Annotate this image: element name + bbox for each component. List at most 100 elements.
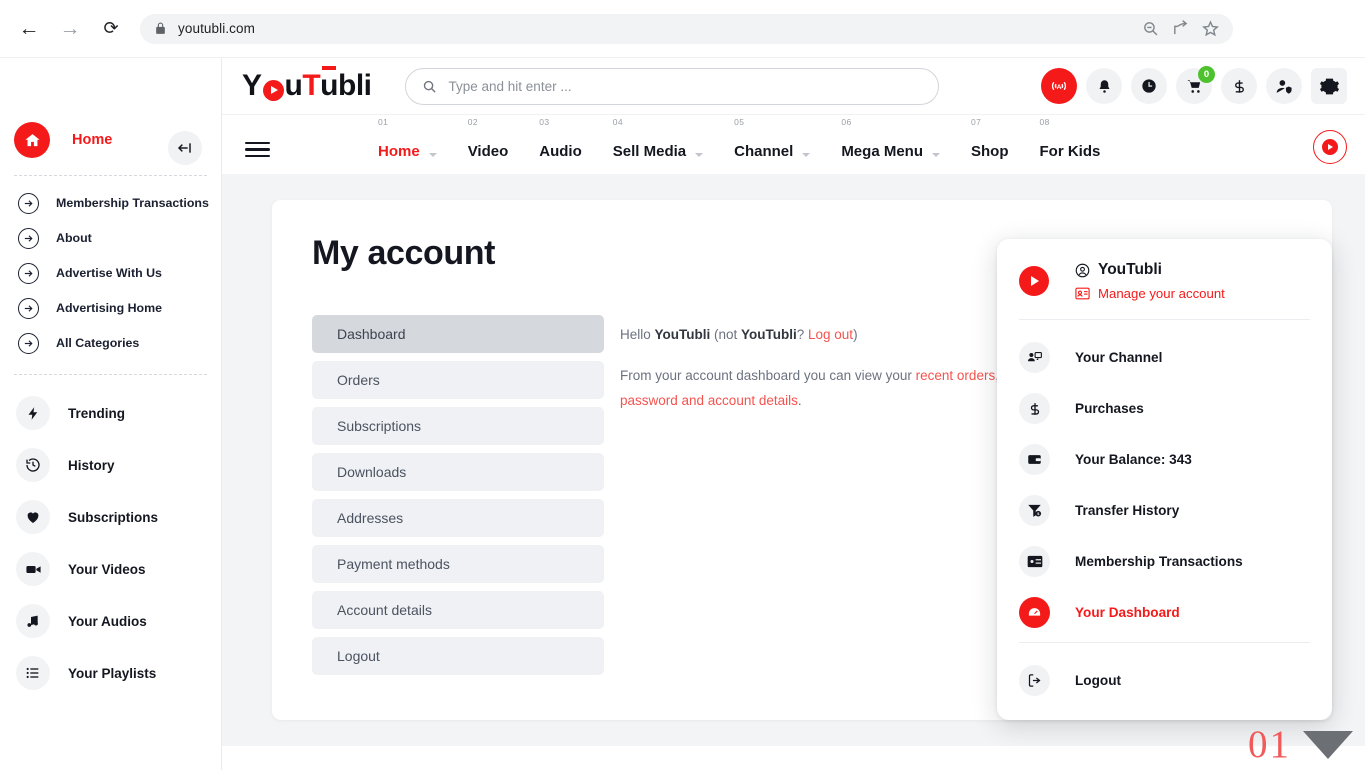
chevron-down-icon xyxy=(802,153,811,157)
dashboard-gauge-icon xyxy=(1019,597,1050,628)
chevron-down-icon xyxy=(695,153,704,157)
manage-your-account-link[interactable]: Manage your account xyxy=(1075,286,1225,301)
browser-forward-icon[interactable]: → xyxy=(55,14,85,44)
browser-toolbar: ← → ⟳ youtubli.com xyxy=(0,0,1365,58)
sidebar-item-advertise-with-us[interactable]: Advertise With Us xyxy=(0,256,221,291)
greeting-not: (not xyxy=(710,327,742,342)
sidebar-item-membership-transactions[interactable]: Membership Transactions xyxy=(0,186,221,221)
sidebar-item-your-audios[interactable]: Your Audios xyxy=(0,595,221,647)
dollar-icon xyxy=(1019,393,1050,424)
nav-item-label: Shop xyxy=(971,143,1009,160)
sidebar-item-trending[interactable]: Trending xyxy=(0,387,221,439)
account-menu-logout[interactable]: Logout xyxy=(312,637,604,675)
heart-icon xyxy=(16,500,50,534)
search-input[interactable]: Type and hit enter ... xyxy=(404,67,939,105)
account-menu-payment-methods[interactable]: Payment methods xyxy=(312,545,604,583)
logo-part-u: u xyxy=(284,69,303,102)
sidebar-main-label: Your Playlists xyxy=(68,665,157,681)
sidebar-item-history[interactable]: History xyxy=(0,439,221,491)
desc-part-3: . xyxy=(797,392,802,408)
app-window: Home Membership Transactions About Adver… xyxy=(0,58,1365,770)
main-navigation: 01 Home 02 Video 03 Audio 04 Sell Media xyxy=(222,115,1365,174)
nav-item-number: 01 xyxy=(378,117,389,127)
user-circle-icon xyxy=(1075,263,1090,277)
clock-icon[interactable] xyxy=(1131,68,1167,104)
nav-item-label: Sell Media xyxy=(612,143,687,160)
lock-icon xyxy=(156,22,165,34)
bookmark-star-icon[interactable] xyxy=(1202,20,1219,37)
sidebar-link-label: Advertise With Us xyxy=(56,266,162,281)
history-clock-icon xyxy=(16,448,50,482)
sidebar-item-your-playlists[interactable]: Your Playlists xyxy=(0,647,221,699)
site-header: Y u T u bli Type and hit enter ... A 0 xyxy=(222,58,1365,115)
zoom-search-icon[interactable] xyxy=(1142,20,1159,37)
sidebar-link-label: All Categories xyxy=(56,336,140,351)
browser-back-icon[interactable]: ← xyxy=(14,14,44,44)
greeting-close: ) xyxy=(853,327,858,342)
manage-your-account-label: Manage your account xyxy=(1098,286,1225,301)
dropdown-item-purchases[interactable]: Purchases xyxy=(997,383,1332,434)
account-menu-addresses[interactable]: Addresses xyxy=(312,499,604,537)
svg-text:A: A xyxy=(1057,84,1062,91)
hamburger-menu-icon[interactable] xyxy=(245,141,270,157)
nav-item-mega-menu[interactable]: 06 Mega Menu xyxy=(841,117,957,174)
shopping-cart-icon[interactable]: 0 xyxy=(1176,66,1215,104)
sidebar-item-your-videos[interactable]: Your Videos xyxy=(0,543,221,595)
gear-settings-icon[interactable] xyxy=(1311,68,1347,104)
sidebar-home-label: Home xyxy=(72,132,113,148)
log-out-link[interactable]: Log out xyxy=(808,327,853,342)
dropdown-item-your-balance[interactable]: Your Balance: 343 xyxy=(997,434,1332,485)
account-menu-dashboard[interactable]: Dashboard xyxy=(312,315,604,353)
account-menu-account-details[interactable]: Account details xyxy=(312,591,604,629)
collapse-sidebar-icon[interactable] xyxy=(168,131,202,165)
sidebar-item-all-categories[interactable]: All Categories xyxy=(0,326,221,361)
dropdown-account-name-row: YouTubli xyxy=(1075,261,1225,279)
account-menu-downloads[interactable]: Downloads xyxy=(312,453,604,491)
nav-item-for-kids[interactable]: 08 For Kids xyxy=(1040,117,1118,174)
triangle-down-icon[interactable] xyxy=(1303,730,1353,759)
nav-item-audio[interactable]: 03 Audio xyxy=(539,117,599,174)
account-menu-orders[interactable]: Orders xyxy=(312,361,604,399)
nav-item-channel[interactable]: 05 Channel xyxy=(734,117,827,174)
nav-item-video[interactable]: 02 Video xyxy=(468,117,526,174)
user-shield-icon[interactable] xyxy=(1266,68,1302,104)
live-broadcast-icon[interactable]: A xyxy=(1041,68,1077,104)
site-logo[interactable]: Y u T u bli xyxy=(242,66,372,103)
sidebar-link-label: About xyxy=(56,231,92,246)
left-sidebar: Home Membership Transactions About Adver… xyxy=(0,58,222,770)
dropdown-item-your-channel[interactable]: Your Channel xyxy=(997,332,1332,383)
slide-counter-widget: 01 xyxy=(1248,725,1353,764)
dropdown-item-transfer-history[interactable]: $ Transfer History xyxy=(997,485,1332,536)
home-icon xyxy=(14,122,50,158)
live-play-ring-icon[interactable] xyxy=(1313,130,1347,164)
logo-part-u2: u xyxy=(320,66,338,102)
sidebar-item-advertising-home[interactable]: Advertising Home xyxy=(0,291,221,326)
recent-orders-link[interactable]: recent orders xyxy=(916,368,996,383)
nav-item-home[interactable]: 01 Home xyxy=(378,117,454,174)
logo-part-y: Y xyxy=(242,69,262,102)
sidebar-item-subscriptions[interactable]: Subscriptions xyxy=(0,491,221,543)
account-menu: Dashboard Orders Subscriptions Downloads… xyxy=(312,315,604,675)
id-card-icon xyxy=(1075,287,1090,300)
password-account-details-link[interactable]: password and account details xyxy=(620,393,798,408)
dropdown-item-membership-transactions[interactable]: Membership Transactions xyxy=(997,536,1332,587)
nav-item-shop[interactable]: 07 Shop xyxy=(971,117,1026,174)
sidebar-item-about[interactable]: About xyxy=(0,221,221,256)
dropdown-item-your-dashboard[interactable]: Your Dashboard xyxy=(997,587,1332,638)
nav-item-number: 02 xyxy=(467,117,478,127)
nav-item-sell-media[interactable]: 04 Sell Media xyxy=(612,117,720,174)
dollar-icon[interactable] xyxy=(1221,68,1257,104)
share-icon[interactable] xyxy=(1172,20,1189,37)
bell-notification-icon[interactable] xyxy=(1086,68,1122,104)
browser-reload-icon[interactable]: ⟳ xyxy=(96,14,126,44)
nav-item-number: 05 xyxy=(734,117,745,127)
nav-item-number: 06 xyxy=(841,117,852,127)
dropdown-item-logout[interactable]: Logout xyxy=(997,655,1332,706)
dropdown-item-label: Membership Transactions xyxy=(1075,554,1243,569)
arrow-circle-right-icon xyxy=(18,228,39,249)
address-bar[interactable]: youtubli.com xyxy=(140,13,1233,44)
account-menu-subscriptions[interactable]: Subscriptions xyxy=(312,407,604,445)
chevron-down-icon xyxy=(932,153,940,157)
search-icon xyxy=(423,80,436,93)
nav-item-label: Home xyxy=(378,143,420,160)
